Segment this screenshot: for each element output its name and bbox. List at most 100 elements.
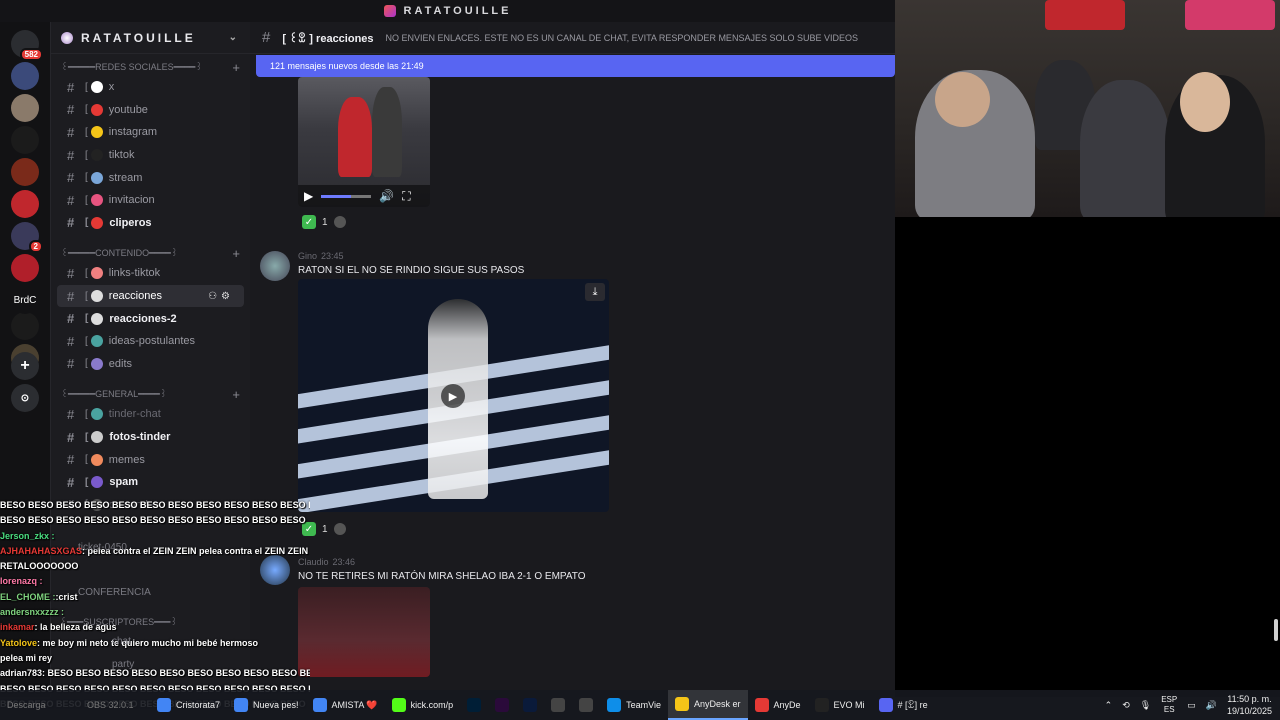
add-reaction-icon[interactable] bbox=[333, 523, 346, 535]
channel-topic[interactable]: NO ENVIEN ENLACES. ESTE NO ES UN CANAL D… bbox=[386, 33, 858, 43]
channel-emoji-icon bbox=[90, 408, 103, 421]
taskbar-label: Cristorata7 bbox=[176, 700, 221, 710]
stream-chat-line: Yatolove: me boy mi neto te quiero mucho… bbox=[0, 636, 310, 651]
channel-tiktok[interactable]: # [tiktok bbox=[57, 144, 244, 167]
taskbar-kick-button[interactable]: kick.com/p bbox=[385, 690, 461, 720]
server-header[interactable]: RATATOUILLE ⌄ bbox=[51, 22, 250, 54]
hash-icon: # bbox=[67, 356, 75, 372]
channel-label: reacciones bbox=[108, 290, 162, 303]
play-icon[interactable]: ▶ bbox=[304, 189, 313, 203]
taskbar-ghost[interactable]: Descarga bbox=[0, 690, 80, 720]
chevron-up-icon[interactable]: ⌃ bbox=[1105, 700, 1113, 711]
taskbar-teamviewer-button[interactable]: TeamVie bbox=[600, 690, 668, 720]
avatar[interactable] bbox=[260, 251, 290, 281]
video-controls: ▶ 🔊 ⛶ bbox=[298, 185, 430, 207]
taskbar-discord-button[interactable]: # [ꀾ] re bbox=[872, 690, 935, 720]
taskbar-ghost[interactable]: OBS 32.0.1 bbox=[80, 690, 150, 720]
server-icon[interactable] bbox=[11, 62, 39, 90]
taskbar-premiere-button[interactable] bbox=[488, 690, 516, 720]
reaction-count: 1 bbox=[322, 523, 328, 535]
taskbar-label: AMISTA ❤️ bbox=[331, 699, 378, 710]
add-server-icon[interactable]: + bbox=[11, 352, 39, 380]
channel-stream[interactable]: # [stream bbox=[57, 166, 244, 189]
stream-chat-user: RETALOOOOOOO bbox=[0, 561, 79, 572]
message-author[interactable]: Gino 23:45 bbox=[298, 251, 344, 261]
taskbar-lightroom-button[interactable] bbox=[516, 690, 544, 720]
download-icon[interactable]: ⤓ bbox=[585, 283, 605, 301]
play-icon[interactable]: ▶ bbox=[441, 384, 465, 408]
microphone-icon[interactable]: 🎙 bbox=[1140, 700, 1151, 711]
taskbar-evo-button[interactable]: EVO Mi bbox=[808, 690, 872, 720]
channel-links-tiktok[interactable]: # [links-tiktok bbox=[57, 262, 244, 285]
server-icon[interactable] bbox=[11, 254, 39, 282]
hash-icon: # bbox=[67, 429, 75, 445]
server-brdc[interactable]: BrdC bbox=[11, 286, 39, 314]
category-general[interactable]: ꒰━━━━━GENERAL━━━━꒱ + bbox=[51, 385, 250, 403]
new-messages-bar[interactable]: 121 mensajes nuevos desde las 21:49 bbox=[256, 55, 895, 77]
video-attachment[interactable]: ▶ ⤓ bbox=[298, 279, 609, 512]
stream-chat-user: lorenazq : bbox=[0, 576, 43, 587]
channel-invitacion[interactable]: # [invitacion bbox=[57, 189, 244, 212]
add-channel-icon[interactable]: + bbox=[232, 246, 240, 261]
taskbar-anydesk-button[interactable]: AnyDe bbox=[748, 690, 808, 720]
server-icon[interactable] bbox=[11, 312, 39, 340]
server-icon[interactable] bbox=[11, 94, 39, 122]
channel-spam[interactable]: # [spam bbox=[57, 471, 244, 494]
stream-chat-user: Yatolove bbox=[0, 637, 38, 648]
server-icon[interactable]: 2 bbox=[11, 222, 43, 253]
channel-ideas-postulantes[interactable]: # [ideas-postulantes bbox=[57, 330, 244, 353]
add-channel-icon[interactable]: + bbox=[232, 387, 240, 402]
scrollbar-thumb[interactable] bbox=[1274, 619, 1278, 641]
add-channel-icon[interactable]: + bbox=[232, 60, 240, 75]
channel-memes[interactable]: # [memes bbox=[57, 448, 244, 471]
reaction-count: 1 bbox=[322, 216, 328, 228]
bracket-glyph: [ bbox=[85, 313, 89, 325]
network-icon[interactable]: ⟲ bbox=[1122, 700, 1130, 711]
stream-chat-text: pelea mi rey bbox=[0, 652, 53, 663]
chevron-down-icon[interactable]: ⌄ bbox=[229, 32, 240, 43]
channel-tinder-chat[interactable]: # [tinder-chat bbox=[57, 403, 244, 426]
taskbar-photoshop-button[interactable] bbox=[460, 690, 488, 720]
explore-icon[interactable]: ⊙ bbox=[11, 384, 39, 412]
video-progress[interactable] bbox=[321, 194, 372, 198]
volume-icon[interactable]: 🔊 bbox=[1206, 700, 1217, 711]
taskbar-shield-button[interactable]: AnyDesk er bbox=[667, 690, 748, 720]
channel-youtube[interactable]: # [youtube bbox=[57, 99, 244, 122]
discord-home-icon[interactable]: 582 bbox=[11, 30, 43, 61]
taskbar-chrome-button[interactable]: Cristorata7 bbox=[150, 690, 227, 720]
clock[interactable]: 11:50 p. m. 19/10/2025 bbox=[1227, 693, 1272, 717]
category-redes-sociales[interactable]: ꒰━━━━━REDES SOCIALES━━━━꒱ + bbox=[51, 58, 250, 76]
volume-icon[interactable]: 🔊 bbox=[379, 189, 394, 203]
channel-edits[interactable]: # [edits bbox=[57, 353, 244, 376]
image-attachment[interactable] bbox=[298, 587, 430, 677]
video-attachment[interactable]: ▶ 🔊 ⛶ bbox=[298, 77, 430, 207]
taskbar-chrome-button[interactable]: AMISTA ❤️ bbox=[306, 690, 385, 720]
channel-title: [ ꒰ꀾ ] reacciones bbox=[282, 33, 374, 45]
language-indicator[interactable]: ESP ES bbox=[1161, 695, 1177, 715]
message-text: RATON SI EL NO SE RINDIO SIGUE SUS PASOS bbox=[298, 265, 525, 276]
taskbar-app-button[interactable] bbox=[572, 690, 600, 720]
fullscreen-icon[interactable]: ⛶ bbox=[402, 189, 410, 204]
kick-icon[interactable] bbox=[11, 126, 39, 154]
display-icon[interactable]: ▭ bbox=[1187, 700, 1196, 711]
channel-instagram[interactable]: # [instagram bbox=[57, 121, 244, 144]
channel-cliperos[interactable]: # [cliperos bbox=[57, 212, 244, 235]
server-icon[interactable] bbox=[11, 190, 39, 218]
window-title: RATATOUILLE bbox=[403, 5, 512, 17]
channel-settings-icon[interactable]: ⚇⚙ bbox=[208, 291, 234, 302]
channel-label: youtube bbox=[108, 103, 148, 116]
taskbar-label: TeamVie bbox=[626, 700, 661, 710]
channel-reacciones[interactable]: # [reacciones ⚇⚙ bbox=[57, 284, 244, 308]
add-reaction-icon[interactable] bbox=[333, 216, 346, 228]
taskbar-app-button[interactable] bbox=[544, 690, 572, 720]
server-icon[interactable] bbox=[11, 158, 39, 186]
check-reaction-icon[interactable]: ✓ bbox=[302, 215, 316, 229]
teamviewer-icon bbox=[607, 698, 622, 712]
hash-icon: # bbox=[67, 124, 75, 140]
shield-icon bbox=[674, 697, 689, 711]
channel-fotos-tinder[interactable]: # [fotos-tinder bbox=[57, 426, 244, 449]
taskbar-chrome-button[interactable]: Nueva pes! bbox=[227, 690, 306, 720]
channel-x[interactable]: # [x bbox=[57, 76, 244, 99]
category-contenido[interactable]: ꒰━━━━━CONTENIDO━━━━꒱ + bbox=[51, 244, 250, 262]
channel-reacciones-2[interactable]: # [reacciones-2 bbox=[57, 307, 244, 330]
